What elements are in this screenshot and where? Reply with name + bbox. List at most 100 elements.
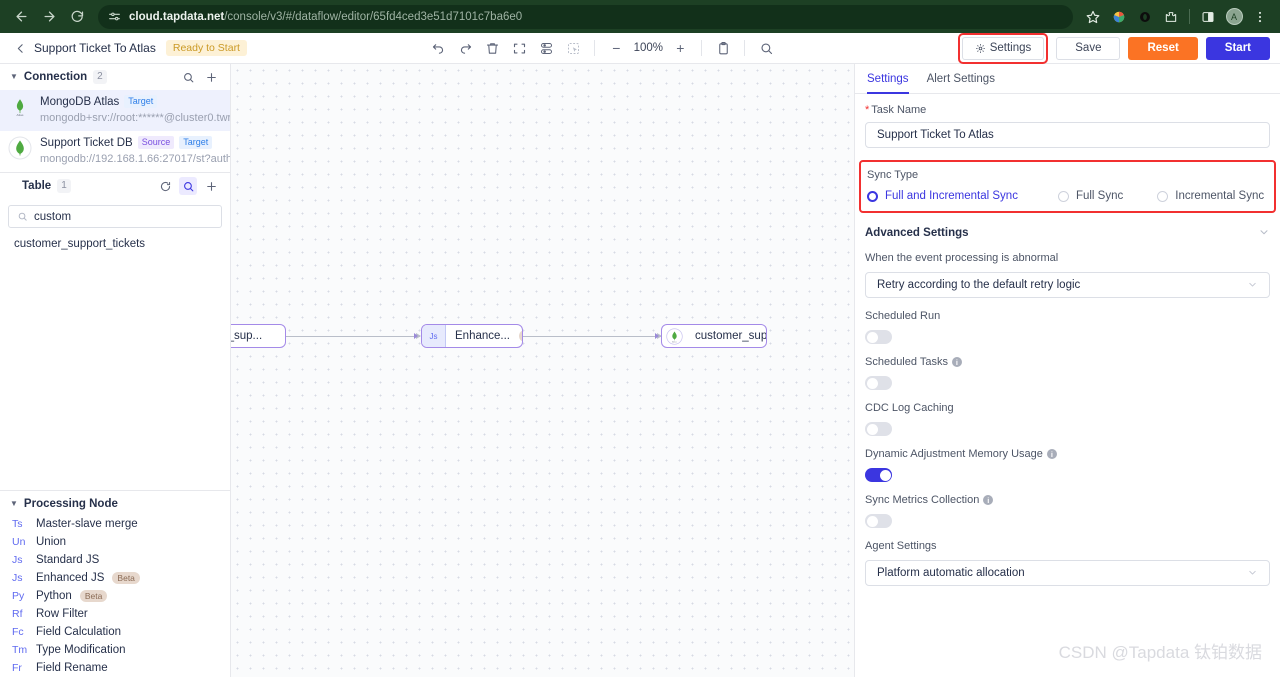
radio-incremental-sync[interactable]: Incremental Sync: [1157, 190, 1264, 202]
scheduled-tasks-label-text: Scheduled Tasks: [865, 356, 948, 368]
radio-label: Full Sync: [1075, 190, 1124, 202]
toggle-knob: [866, 515, 878, 527]
connection-section-header[interactable]: ▼ Connection 2: [0, 64, 230, 90]
task-name-label: * Task Name: [865, 104, 1270, 116]
info-icon[interactable]: i: [983, 495, 994, 505]
processing-node-field-rename[interactable]: Fr Field Rename: [0, 659, 230, 677]
connection-name: MongoDB Atlas: [40, 95, 120, 108]
processing-node-union[interactable]: Un Union: [0, 533, 230, 551]
chevron-down-icon[interactable]: ▼: [10, 500, 18, 508]
processing-node-standard-js[interactable]: Js Standard JS: [0, 551, 230, 569]
search-icon[interactable]: [754, 36, 778, 60]
info-icon[interactable]: i: [951, 357, 962, 367]
reset-button[interactable]: Reset: [1128, 36, 1198, 60]
processing-node-row-filter[interactable]: Rf Row Filter: [0, 605, 230, 623]
dynamic-memory-toggle[interactable]: [865, 468, 892, 482]
sync-metrics-group: Sync Metrics Collection i: [865, 494, 1270, 528]
redo-icon[interactable]: [453, 36, 477, 60]
agent-settings-select[interactable]: Platform automatic allocation: [865, 560, 1270, 586]
box-select-icon[interactable]: [561, 36, 585, 60]
kebab-menu-icon[interactable]: [1248, 5, 1272, 29]
auto-layout-icon[interactable]: [534, 36, 558, 60]
table-search-field[interactable]: [8, 205, 222, 228]
cdc-log-caching-toggle[interactable]: [865, 422, 892, 436]
add-table-icon[interactable]: [202, 177, 220, 195]
settings-body: * Task Name Support Ticket To Atlas Sync …: [855, 94, 1280, 598]
app-toolbar: Support Ticket To Atlas Ready to Start −…: [0, 32, 1280, 64]
processing-node-python[interactable]: Py Python Beta: [0, 587, 230, 605]
table-section-header: Table 1: [0, 173, 230, 199]
star-icon[interactable]: [1081, 5, 1105, 29]
avatar[interactable]: A: [1222, 5, 1246, 29]
address-bar[interactable]: cloud.tapdata.net/console/v3/#/dataflow/…: [98, 4, 1073, 29]
table-search-input[interactable]: [34, 210, 213, 223]
table-list-item[interactable]: customer_support_tickets: [0, 234, 230, 254]
side-panel-icon[interactable]: [1196, 5, 1220, 29]
settings-highlight: Settings: [957, 32, 1049, 64]
tune-icon[interactable]: [108, 10, 121, 23]
sync-metrics-label-text: Sync Metrics Collection: [865, 494, 980, 506]
save-button[interactable]: Save: [1056, 36, 1121, 60]
svg-text:Atlas: Atlas: [672, 340, 677, 343]
processing-node-master-slave-merge[interactable]: Ts Master-slave merge: [0, 515, 230, 533]
toggle-knob: [866, 377, 878, 389]
browser-toolbar: cloud.tapdata.net/console/v3/#/dataflow/…: [0, 0, 1280, 33]
tab-alert-settings[interactable]: Alert Settings: [927, 64, 995, 94]
canvas-node-enhanced-js[interactable]: Js Enhance... Beta: [421, 324, 523, 348]
left-sidebar: ▼ Connection 2 Atlas MongoDB Atlas Targe…: [0, 64, 231, 677]
node-abbr: Ts: [12, 518, 23, 530]
reload-icon[interactable]: [64, 4, 90, 30]
task-name-input[interactable]: Support Ticket To Atlas: [865, 122, 1270, 148]
radio-indicator: [1057, 190, 1069, 202]
abnormal-event-label: When the event processing is abnormal: [865, 252, 1059, 264]
radio-full-and-incremental-sync[interactable]: Full and Incremental Sync: [867, 190, 1018, 202]
node-label: Enhanced JS: [36, 572, 105, 584]
profile-initial: A: [1225, 8, 1243, 25]
back-arrow-icon[interactable]: [8, 4, 34, 30]
puzzle-extension-icon[interactable]: [1159, 5, 1183, 29]
clipboard-icon[interactable]: [711, 36, 735, 60]
canvas-node-target[interactable]: Atlas customer_sup...: [661, 324, 767, 348]
processing-node-type-modification[interactable]: Tm Type Modification: [0, 641, 230, 659]
scheduled-tasks-toggle[interactable]: [865, 376, 892, 390]
info-icon[interactable]: i: [1046, 449, 1057, 459]
toggle-knob: [866, 331, 878, 343]
start-button[interactable]: Start: [1205, 36, 1270, 60]
connection-item-mongodb-atlas[interactable]: Atlas MongoDB Atlas Target mongodb+srv:/…: [0, 90, 230, 131]
url-path: /console/v3/#/dataflow/editor/65fd4ced3e…: [224, 10, 523, 23]
connection-item-support-ticket-db[interactable]: Support Ticket DB Source Target mongodb:…: [0, 131, 230, 172]
chevron-down-icon[interactable]: ▼: [10, 73, 18, 81]
back-button[interactable]: [10, 38, 30, 58]
node-label: Master-slave merge: [36, 518, 138, 530]
add-connection-icon[interactable]: [202, 68, 220, 86]
mongodb-atlas-logo-icon: Atlas: [662, 325, 686, 347]
refresh-icon[interactable]: [156, 177, 174, 195]
radio-full-sync[interactable]: Full Sync: [1057, 190, 1124, 202]
connection-section-title: Connection: [23, 71, 88, 83]
undo-icon[interactable]: [426, 36, 450, 60]
opera-extension-icon[interactable]: [1133, 5, 1157, 29]
table-section-title: Table: [22, 180, 52, 192]
forward-arrow-icon[interactable]: [36, 4, 62, 30]
advanced-settings-header[interactable]: Advanced Settings: [865, 226, 1270, 240]
table-search-icon[interactable]: [179, 177, 197, 195]
browser-actions: A: [1081, 5, 1272, 29]
dataflow-canvas[interactable]: ner_sup... Js Enhance... Beta Atlas cust…: [231, 64, 854, 677]
canvas-node-source[interactable]: ner_sup...: [231, 324, 286, 348]
processing-node-field-calculation[interactable]: Fc Field Calculation: [0, 623, 230, 641]
extension-color-icon[interactable]: [1107, 5, 1131, 29]
fit-view-icon[interactable]: [507, 36, 531, 60]
chevron-down-icon[interactable]: [1258, 226, 1270, 240]
zoom-out-button[interactable]: −: [604, 36, 628, 60]
sync-metrics-toggle[interactable]: [865, 514, 892, 528]
processing-section-header[interactable]: ▼ Processing Node: [0, 491, 230, 515]
abnormal-event-select[interactable]: Retry according to the default retry log…: [865, 272, 1270, 298]
settings-button[interactable]: Settings: [961, 36, 1045, 60]
processing-node-enhanced-js[interactable]: Js Enhanced JS Beta: [0, 569, 230, 587]
scheduled-run-toggle[interactable]: [865, 330, 892, 344]
delete-icon[interactable]: [480, 36, 504, 60]
tab-settings[interactable]: Settings: [867, 64, 909, 94]
node-abbr: Un: [12, 536, 26, 548]
zoom-in-button[interactable]: +: [668, 36, 692, 60]
connection-search-icon[interactable]: [179, 68, 197, 86]
